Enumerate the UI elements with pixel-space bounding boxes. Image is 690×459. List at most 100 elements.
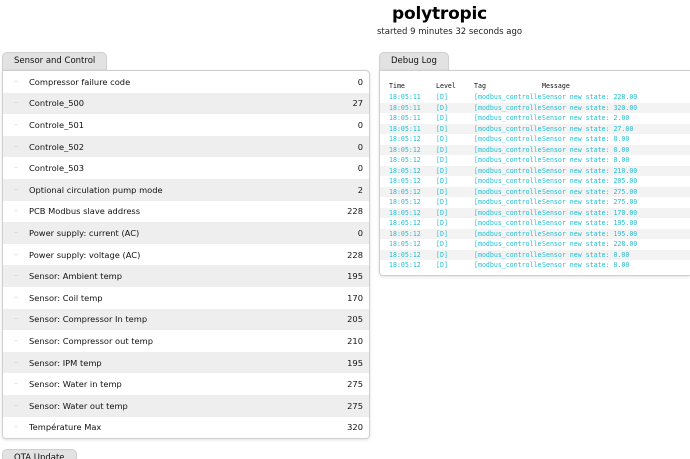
log-entry: 18:05:12 [D] [modbus_controller] Sensor new… xyxy=(380,134,690,145)
log-entry: 18:05:12 [D] [modbus_controller] Sensor new… xyxy=(380,228,690,239)
log-time: 18:05:12 xyxy=(389,240,421,249)
log-time: 18:05:12 xyxy=(389,208,421,217)
sensor-row: ⎯ Controle_500 27 xyxy=(3,92,369,115)
sensor-value: 320 xyxy=(347,422,363,433)
log-level: [D] xyxy=(436,177,448,186)
sensor-row: ⎯ Optional circulation pump mode 2 xyxy=(3,178,369,201)
log-time: 18:05:12 xyxy=(389,250,421,259)
tab-ota-update[interactable]: OTA Update xyxy=(2,449,77,459)
log-message: Sensor new state: 0.00 xyxy=(542,261,630,270)
log-level: [D] xyxy=(436,250,448,259)
sensor-label: Sensor: Water out temp xyxy=(29,400,128,411)
row-handle-icon: ⎯ xyxy=(14,207,18,215)
sensor-value: 275 xyxy=(347,379,363,390)
log-message: Sensor new state: 0.00 xyxy=(542,250,630,259)
row-handle-icon: ⎯ xyxy=(14,228,18,236)
log-tag: [modbus_controller] xyxy=(474,229,542,238)
log-tag: [modbus_controller] xyxy=(474,261,542,270)
tab-debug-log[interactable]: Debug Log xyxy=(379,52,449,70)
log-tag: [modbus_controller] xyxy=(474,156,542,165)
sensor-row: ⎯ Controle_501 0 xyxy=(3,114,369,136)
sensor-row: ⎯ Sensor: Ambient temp 195 xyxy=(3,265,369,287)
log-time: 18:05:11 xyxy=(389,114,421,123)
log-level: [D] xyxy=(436,240,448,249)
log-level: [D] xyxy=(436,93,448,102)
log-message: Sensor new state: 0.00 xyxy=(542,145,630,154)
log-tag: [modbus_controller] xyxy=(474,177,542,186)
log-message: Sensor new state: 205.00 xyxy=(542,177,638,186)
sensor-value: 195 xyxy=(347,357,363,368)
sensor-label: Power supply: current (AC) xyxy=(29,227,140,238)
log-level: [D] xyxy=(436,219,448,228)
sensor-value: 228 xyxy=(347,206,363,217)
log-message: Sensor new state: 275.00 xyxy=(542,187,638,196)
tab-sensor-and-control[interactable]: Sensor and Control xyxy=(2,52,108,70)
log-message: Sensor new state: 27.00 xyxy=(542,124,634,133)
sensor-row: ⎯ Power supply: voltage (AC) 228 xyxy=(3,244,369,266)
log-entry: 18:05:12 [D] [modbus_controller] Sensor new… xyxy=(380,155,690,166)
uptime-subtitle: started 9 minutes 32 seconds ago xyxy=(377,27,523,37)
log-message: Sensor new state: 0.00 xyxy=(542,135,630,144)
log-col-tag: Tag xyxy=(474,82,486,90)
sensor-row: ⎯ Power supply: current (AC) 0 xyxy=(3,222,369,244)
sensor-label: Sensor: Coil temp xyxy=(29,292,103,303)
log-entry: 18:05:12 [D] [modbus_controller] Sensor new… xyxy=(380,249,690,260)
sensor-row: ⎯ Controle_502 0 xyxy=(3,135,369,158)
row-handle-icon: ⎯ xyxy=(14,99,18,107)
sensor-row: ⎯ Controle_503 0 xyxy=(3,157,369,179)
sensor-value: 0 xyxy=(357,227,363,238)
log-time: 18:05:12 xyxy=(389,261,421,270)
log-tag: [modbus_controller] xyxy=(474,103,542,112)
sensor-label: Sensor: Water in temp xyxy=(29,379,122,390)
log-entry: 18:05:12 [D] [modbus_controller] Sensor new… xyxy=(380,186,690,197)
log-entry: 18:05:12 [D] [modbus_controller] Sensor new… xyxy=(380,260,690,271)
sensor-label: Controle_501 xyxy=(29,119,85,130)
sensor-row: ⎯ Sensor: IPM temp 195 xyxy=(3,351,369,374)
log-time: 18:05:11 xyxy=(389,103,421,112)
log-col-message: Message xyxy=(542,82,570,90)
sensor-row: ⎯ Sensor: Compressor out temp 210 xyxy=(3,330,369,352)
log-col-level: Level xyxy=(436,82,456,90)
log-tag: [modbus_controller] xyxy=(474,250,542,259)
log-tag: [modbus_controller] xyxy=(474,124,542,133)
log-entry: 18:05:12 [D] [modbus_controller] Sensor new… xyxy=(380,165,690,176)
log-entry: 18:05:12 [D] [modbus_controller] Sensor new… xyxy=(380,176,690,187)
log-entry: 18:05:12 [D] [modbus_controller] Sensor new… xyxy=(380,144,690,155)
log-tag: [modbus_controller] xyxy=(474,198,542,207)
sensor-label: Température Max xyxy=(29,422,102,433)
log-message: Sensor new state: 0.00 xyxy=(542,156,630,165)
log-list: 18:05:11 [D] [modbus_controller] Sensor new… xyxy=(380,92,690,271)
log-entry: 18:05:12 [D] [modbus_controller] Sensor new… xyxy=(380,218,690,229)
sensor-value: 0 xyxy=(357,163,363,174)
log-level: [D] xyxy=(436,103,448,112)
log-time: 18:05:11 xyxy=(389,124,421,133)
log-message: Sensor new state: 195.00 xyxy=(542,229,638,238)
log-time: 18:05:12 xyxy=(389,229,421,238)
log-entry: 18:05:12 [D] [modbus_controller] Sensor new… xyxy=(380,207,690,218)
row-handle-icon: ⎯ xyxy=(14,423,18,431)
sensor-row: ⎯ Sensor: Water in temp 275 xyxy=(3,373,369,395)
sensor-label: Sensor: Ambient temp xyxy=(29,271,123,282)
sensor-label: Sensor: Compressor out temp xyxy=(29,335,153,346)
log-message: Sensor new state: 275.00 xyxy=(542,198,638,207)
sensor-label: PCB Modbus slave address xyxy=(29,206,141,217)
sensor-label: Controle_502 xyxy=(29,141,85,152)
log-message: Sensor new state: 2.00 xyxy=(542,114,630,123)
sensor-value: 170 xyxy=(347,292,363,303)
log-message: Sensor new state: 228.00 xyxy=(542,93,638,102)
sensor-value: 0 xyxy=(357,119,363,130)
log-level: [D] xyxy=(436,124,448,133)
sensor-row: ⎯ PCB Modbus slave address 228 xyxy=(3,201,369,223)
log-time: 18:05:12 xyxy=(389,177,421,186)
sensor-value: 0 xyxy=(357,76,363,87)
sensor-row: ⎯ Sensor: Water out temp 275 xyxy=(3,394,369,417)
log-message: Sensor new state: 170.00 xyxy=(542,208,638,217)
log-time: 18:05:12 xyxy=(389,187,421,196)
log-time: 18:05:12 xyxy=(389,219,421,228)
log-tag: [modbus_controller] xyxy=(474,240,542,249)
log-time: 18:05:12 xyxy=(389,156,421,165)
row-handle-icon: ⎯ xyxy=(14,380,18,388)
log-entry: 18:05:12 [D] [modbus_controller] Sensor new… xyxy=(380,197,690,208)
log-time: 18:05:12 xyxy=(389,166,421,175)
row-handle-icon: ⎯ xyxy=(14,401,18,409)
